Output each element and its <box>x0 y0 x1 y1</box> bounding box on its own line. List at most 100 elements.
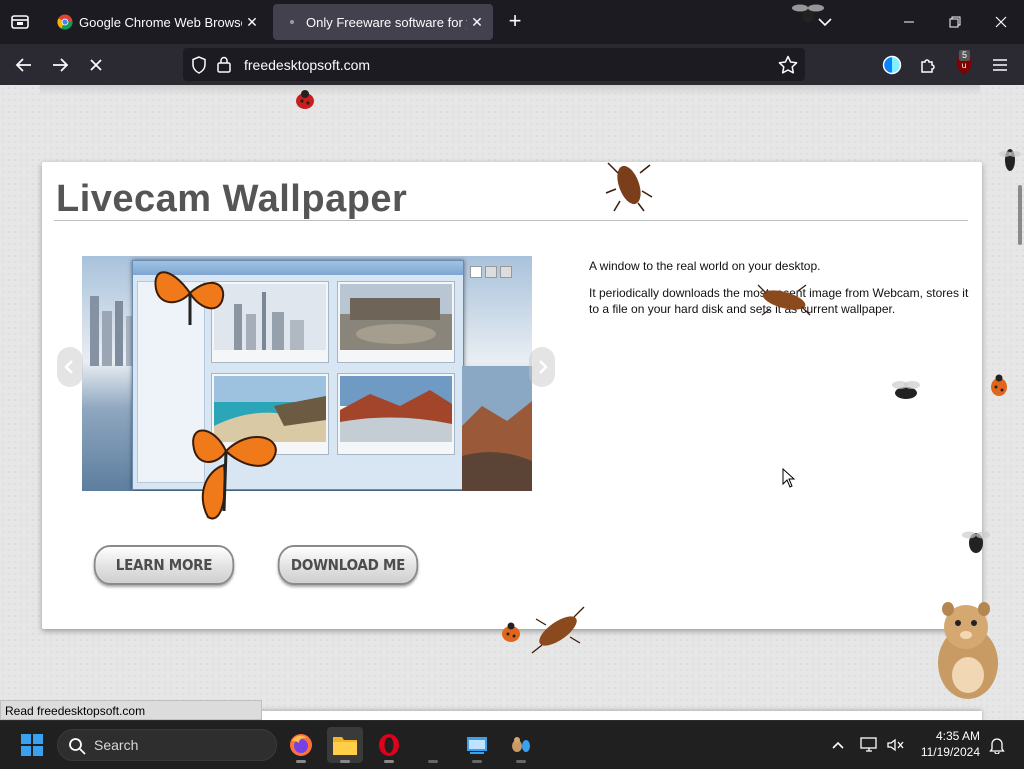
url-text: freedesktopsoft.com <box>244 57 371 73</box>
extensions-button[interactable] <box>914 51 942 79</box>
tracking-protection-icon[interactable] <box>191 56 207 74</box>
clock-date: 11/19/2024 <box>920 745 980 759</box>
forward-button[interactable] <box>46 51 74 79</box>
title-divider <box>54 220 968 221</box>
tab-bar: Google Chrome Web Browser ✕ Only Freewar… <box>0 0 1024 44</box>
restore-icon <box>949 16 961 28</box>
fly-icon <box>962 531 990 553</box>
vpn-extension-button[interactable] <box>878 51 906 79</box>
product-title: Livecam Wallpaper <box>56 178 408 220</box>
search-placeholder: Search <box>94 737 139 753</box>
tab-title: Google Chrome Web Browser <box>79 14 242 30</box>
taskbar-firefox[interactable] <box>283 727 319 763</box>
description-line: A window to the real world on your deskt… <box>589 259 821 273</box>
mouse-cursor-icon <box>782 468 796 488</box>
slider-dot[interactable] <box>500 266 512 278</box>
ladybug-icon <box>502 622 520 642</box>
canyon-image <box>462 366 532 491</box>
taskbar-app-window[interactable] <box>459 727 495 763</box>
bookmark-star-icon[interactable] <box>777 54 799 76</box>
fly-icon <box>999 149 1021 171</box>
slider-dot[interactable] <box>470 266 482 278</box>
system-clock[interactable]: 4:35 AM 11/19/2024 <box>912 728 980 760</box>
minimize-button[interactable] <box>886 0 932 44</box>
windows-logo-icon <box>21 734 43 756</box>
loading-dot-icon <box>284 14 300 30</box>
slider-next-button[interactable] <box>529 347 555 387</box>
slider-dot[interactable] <box>485 266 497 278</box>
svg-text:u: u <box>961 61 966 70</box>
taskbar-search[interactable]: Search <box>57 729 277 761</box>
download-me-button[interactable]: DOWNLOAD ME <box>277 545 419 585</box>
start-button[interactable] <box>21 734 43 756</box>
monitor-network-icon <box>860 737 877 752</box>
webcam-thumbnail <box>337 373 455 455</box>
tab-freedesktopsoft[interactable]: Only Freeware software for you ✕ <box>273 4 493 40</box>
taskbar-file-explorer[interactable] <box>327 727 363 763</box>
hamster-icon <box>938 602 998 699</box>
firefox-view-icon <box>11 15 29 29</box>
volume-tray-button[interactable] <box>885 735 905 755</box>
close-window-button[interactable] <box>978 0 1024 44</box>
firefox-view-button[interactable] <box>6 8 34 36</box>
cockroach-icon <box>531 606 585 654</box>
speaker-muted-icon <box>887 738 904 752</box>
network-tray-button[interactable] <box>859 735 879 755</box>
learn-more-button[interactable]: LEARN MORE <box>93 545 235 585</box>
extension-badge-count: 5 <box>959 50 971 61</box>
taskbar-app-bugs[interactable] <box>503 727 539 763</box>
puzzle-icon <box>921 59 935 73</box>
navigation-toolbar: freedesktopsoft.com u <box>0 44 1024 85</box>
slider-pagination <box>470 266 512 278</box>
tab-chrome[interactable]: Google Chrome Web Browser ✕ <box>46 4 268 40</box>
address-bar[interactable]: freedesktopsoft.com <box>183 48 805 81</box>
chevron-up-icon <box>832 741 844 749</box>
status-bar: Read freedesktopsoft.com <box>0 700 262 720</box>
notifications-button[interactable] <box>987 735 1007 755</box>
chevron-left-icon <box>64 360 73 374</box>
close-tab-icon[interactable]: ✕ <box>467 12 487 32</box>
opera-icon <box>379 734 399 756</box>
product-card: Livecam Wallpaper A window to the real w… <box>42 162 982 629</box>
vpn-globe-icon <box>882 55 902 75</box>
tab-title: Only Freeware software for you <box>306 14 467 30</box>
close-icon <box>995 16 1007 28</box>
folder-icon <box>333 737 357 755</box>
desktop-pets-icon <box>512 737 530 752</box>
page-viewport: Livecam Wallpaper A window to the real w… <box>0 85 1024 720</box>
cockroach-icon <box>757 284 811 316</box>
bell-icon <box>989 738 1005 754</box>
ladybug-icon <box>296 90 314 109</box>
taskbar-opera[interactable] <box>371 727 407 763</box>
stop-loading-button[interactable] <box>82 51 110 79</box>
stop-icon <box>90 59 102 71</box>
app-window-icon <box>467 737 487 754</box>
lock-icon[interactable] <box>217 56 231 73</box>
butterfly-icon <box>154 271 225 325</box>
forward-arrow-icon <box>53 58 69 72</box>
fly-icon <box>892 381 920 399</box>
taskbar: Search 4:35 AM 11/19/2024 <box>0 720 1024 769</box>
clock-time: 4:35 AM <box>935 729 980 743</box>
fly-icon <box>792 4 824 23</box>
minimize-icon <box>904 21 914 23</box>
scrollbar-thumb[interactable] <box>1018 185 1022 245</box>
firefox-icon <box>290 734 312 756</box>
restore-button[interactable] <box>932 0 978 44</box>
slider-prev-button[interactable] <box>57 347 83 387</box>
chevron-right-icon <box>539 360 548 374</box>
close-tab-icon[interactable]: ✕ <box>242 12 262 32</box>
back-arrow-icon <box>15 58 31 72</box>
webcam-thumbnail <box>337 281 455 363</box>
show-hidden-icons-button[interactable] <box>828 735 848 755</box>
taskbar-app-blank[interactable] <box>415 727 451 763</box>
search-icon <box>69 738 86 755</box>
new-tab-button[interactable]: + <box>503 10 527 34</box>
hamburger-menu-icon <box>993 59 1007 71</box>
back-button[interactable] <box>10 51 38 79</box>
ladybug-icon <box>991 374 1007 396</box>
menu-button[interactable] <box>986 51 1014 79</box>
chrome-icon <box>57 14 73 30</box>
header-shadow <box>40 85 980 95</box>
butterfly-icon <box>192 429 277 520</box>
